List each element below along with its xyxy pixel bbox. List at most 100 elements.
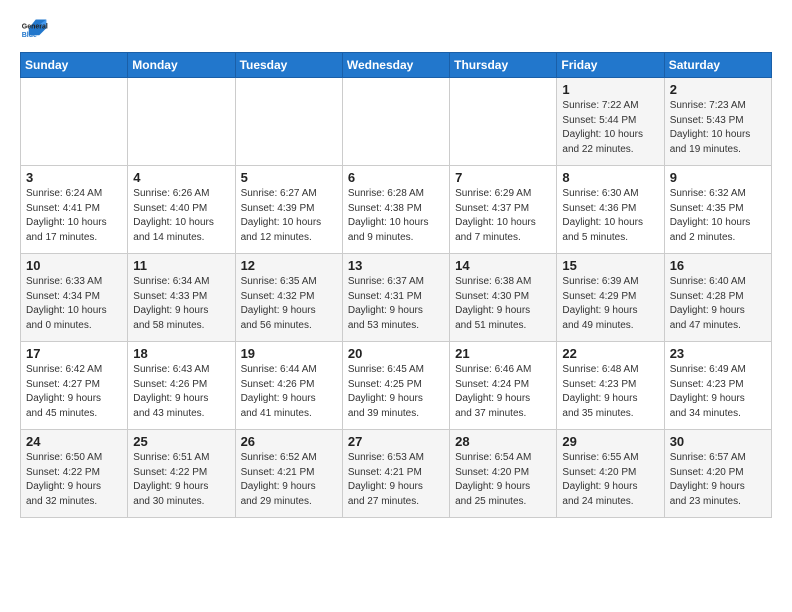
calendar-cell: 5Sunrise: 6:27 AM Sunset: 4:39 PM Daylig…	[235, 166, 342, 254]
day-number: 1	[562, 82, 658, 97]
calendar-cell: 27 Sunrise: 6:53 AM Sunset: 4:21 PM Dayli…	[342, 430, 449, 518]
day-number: 19	[241, 346, 337, 361]
day-number: 4	[133, 170, 229, 185]
day-info: Sunrise: 6:52 AM Sunset: 4:21 PM Dayligh…	[241, 451, 337, 509]
header-day: Tuesday	[235, 53, 342, 78]
header-day: Sunday	[21, 53, 128, 78]
calendar-cell: 21 Sunrise: 6:46 AM Sunset: 4:24 PM Dayli…	[450, 342, 557, 430]
calendar-cell: 22 Sunrise: 6:48 AM Sunset: 4:23 PM Dayli…	[557, 342, 664, 430]
calendar-week: 10 Sunrise: 6:33 AM Sunset: 4:34 PM Dayli…	[21, 254, 772, 342]
day-number: 7	[455, 170, 551, 185]
day-number: 23	[670, 346, 766, 361]
calendar-cell: 10 Sunrise: 6:33 AM Sunset: 4:34 PM Dayli…	[21, 254, 128, 342]
calendar-week: 1 Sunrise: 7:22 AM Sunset: 5:44 PM Daylig…	[21, 78, 772, 166]
calendar-cell	[21, 78, 128, 166]
calendar-cell: 23Sunrise: 6:49 AM Sunset: 4:23 PM Dayli…	[664, 342, 771, 430]
header-day: Friday	[557, 53, 664, 78]
day-info: Sunrise: 6:57 AM Sunset: 4:20 PM Dayligh…	[670, 451, 766, 509]
calendar-cell: 30 Sunrise: 6:57 AM Sunset: 4:20 PM Dayli…	[664, 430, 771, 518]
header-day: Monday	[128, 53, 235, 78]
day-number: 10	[26, 258, 122, 273]
calendar-cell: 3Sunrise: 6:24 AM Sunset: 4:41 PM Daylig…	[21, 166, 128, 254]
day-info: Sunrise: 6:48 AM Sunset: 4:23 PM Dayligh…	[562, 363, 658, 421]
day-number: 2	[670, 82, 766, 97]
header-row: SundayMondayTuesdayWednesdayThursdayFrid…	[21, 53, 772, 78]
day-info: Sunrise: 6:33 AM Sunset: 4:34 PM Dayligh…	[26, 275, 122, 333]
calendar: SundayMondayTuesdayWednesdayThursdayFrid…	[20, 52, 772, 518]
calendar-cell: 6 Sunrise: 6:28 AM Sunset: 4:38 PM Daylig…	[342, 166, 449, 254]
day-number: 30	[670, 434, 766, 449]
day-info: Sunrise: 6:40 AM Sunset: 4:28 PM Dayligh…	[670, 275, 766, 333]
day-info: Sunrise: 6:34 AM Sunset: 4:33 PM Dayligh…	[133, 275, 229, 333]
day-number: 13	[348, 258, 444, 273]
day-number: 11	[133, 258, 229, 273]
calendar-cell: 20 Sunrise: 6:45 AM Sunset: 4:25 PM Dayli…	[342, 342, 449, 430]
calendar-cell: 19 Sunrise: 6:44 AM Sunset: 4:26 PM Dayli…	[235, 342, 342, 430]
day-info: Sunrise: 6:30 AM Sunset: 4:36 PM Dayligh…	[562, 187, 658, 245]
day-info: Sunrise: 6:44 AM Sunset: 4:26 PM Dayligh…	[241, 363, 337, 421]
day-info: Sunrise: 6:45 AM Sunset: 4:25 PM Dayligh…	[348, 363, 444, 421]
day-info: Sunrise: 6:53 AM Sunset: 4:21 PM Dayligh…	[348, 451, 444, 509]
calendar-cell: 25 Sunrise: 6:51 AM Sunset: 4:22 PM Dayli…	[128, 430, 235, 518]
calendar-cell: 13 Sunrise: 6:37 AM Sunset: 4:31 PM Dayli…	[342, 254, 449, 342]
day-info: Sunrise: 6:28 AM Sunset: 4:38 PM Dayligh…	[348, 187, 444, 245]
calendar-cell: 1 Sunrise: 7:22 AM Sunset: 5:44 PM Daylig…	[557, 78, 664, 166]
day-number: 25	[133, 434, 229, 449]
day-info: Sunrise: 6:55 AM Sunset: 4:20 PM Dayligh…	[562, 451, 658, 509]
day-info: Sunrise: 7:22 AM Sunset: 5:44 PM Dayligh…	[562, 99, 658, 157]
day-info: Sunrise: 6:54 AM Sunset: 4:20 PM Dayligh…	[455, 451, 551, 509]
header: General Blue	[20, 16, 772, 44]
logo-icon: General Blue	[20, 16, 48, 44]
day-number: 3	[26, 170, 122, 185]
day-number: 18	[133, 346, 229, 361]
day-number: 20	[348, 346, 444, 361]
calendar-cell: 18 Sunrise: 6:43 AM Sunset: 4:26 PM Dayli…	[128, 342, 235, 430]
page: General Blue SundayMondayTuesdayWednesda…	[0, 0, 792, 528]
day-number: 17	[26, 346, 122, 361]
day-number: 21	[455, 346, 551, 361]
day-info: Sunrise: 6:35 AM Sunset: 4:32 PM Dayligh…	[241, 275, 337, 333]
day-info: Sunrise: 7:23 AM Sunset: 5:43 PM Dayligh…	[670, 99, 766, 157]
day-info: Sunrise: 6:51 AM Sunset: 4:22 PM Dayligh…	[133, 451, 229, 509]
day-info: Sunrise: 6:46 AM Sunset: 4:24 PM Dayligh…	[455, 363, 551, 421]
calendar-cell: 9 Sunrise: 6:32 AM Sunset: 4:35 PM Daylig…	[664, 166, 771, 254]
day-number: 15	[562, 258, 658, 273]
calendar-cell	[342, 78, 449, 166]
day-number: 6	[348, 170, 444, 185]
header-day: Saturday	[664, 53, 771, 78]
calendar-cell: 8 Sunrise: 6:30 AM Sunset: 4:36 PM Daylig…	[557, 166, 664, 254]
calendar-cell: 29Sunrise: 6:55 AM Sunset: 4:20 PM Dayli…	[557, 430, 664, 518]
day-number: 16	[670, 258, 766, 273]
calendar-body: 1 Sunrise: 7:22 AM Sunset: 5:44 PM Daylig…	[21, 78, 772, 518]
day-info: Sunrise: 6:37 AM Sunset: 4:31 PM Dayligh…	[348, 275, 444, 333]
day-number: 27	[348, 434, 444, 449]
svg-text:General: General	[22, 23, 48, 30]
day-number: 5	[241, 170, 337, 185]
calendar-cell: 17Sunrise: 6:42 AM Sunset: 4:27 PM Dayli…	[21, 342, 128, 430]
day-number: 14	[455, 258, 551, 273]
day-number: 24	[26, 434, 122, 449]
calendar-cell: 24 Sunrise: 6:50 AM Sunset: 4:22 PM Dayli…	[21, 430, 128, 518]
svg-text:Blue: Blue	[22, 32, 37, 39]
day-info: Sunrise: 6:29 AM Sunset: 4:37 PM Dayligh…	[455, 187, 551, 245]
header-day: Wednesday	[342, 53, 449, 78]
calendar-cell: 16 Sunrise: 6:40 AM Sunset: 4:28 PM Dayli…	[664, 254, 771, 342]
day-info: Sunrise: 6:26 AM Sunset: 4:40 PM Dayligh…	[133, 187, 229, 245]
calendar-week: 17Sunrise: 6:42 AM Sunset: 4:27 PM Dayli…	[21, 342, 772, 430]
calendar-header: SundayMondayTuesdayWednesdayThursdayFrid…	[21, 53, 772, 78]
header-day: Thursday	[450, 53, 557, 78]
day-info: Sunrise: 6:50 AM Sunset: 4:22 PM Dayligh…	[26, 451, 122, 509]
calendar-cell: 15 Sunrise: 6:39 AM Sunset: 4:29 PM Dayli…	[557, 254, 664, 342]
day-number: 26	[241, 434, 337, 449]
day-number: 8	[562, 170, 658, 185]
day-number: 9	[670, 170, 766, 185]
day-number: 22	[562, 346, 658, 361]
day-info: Sunrise: 6:43 AM Sunset: 4:26 PM Dayligh…	[133, 363, 229, 421]
day-number: 12	[241, 258, 337, 273]
day-info: Sunrise: 6:32 AM Sunset: 4:35 PM Dayligh…	[670, 187, 766, 245]
calendar-week: 3Sunrise: 6:24 AM Sunset: 4:41 PM Daylig…	[21, 166, 772, 254]
calendar-cell: 11 Sunrise: 6:34 AM Sunset: 4:33 PM Dayli…	[128, 254, 235, 342]
calendar-cell: 14Sunrise: 6:38 AM Sunset: 4:30 PM Dayli…	[450, 254, 557, 342]
day-info: Sunrise: 6:39 AM Sunset: 4:29 PM Dayligh…	[562, 275, 658, 333]
calendar-week: 24 Sunrise: 6:50 AM Sunset: 4:22 PM Dayli…	[21, 430, 772, 518]
